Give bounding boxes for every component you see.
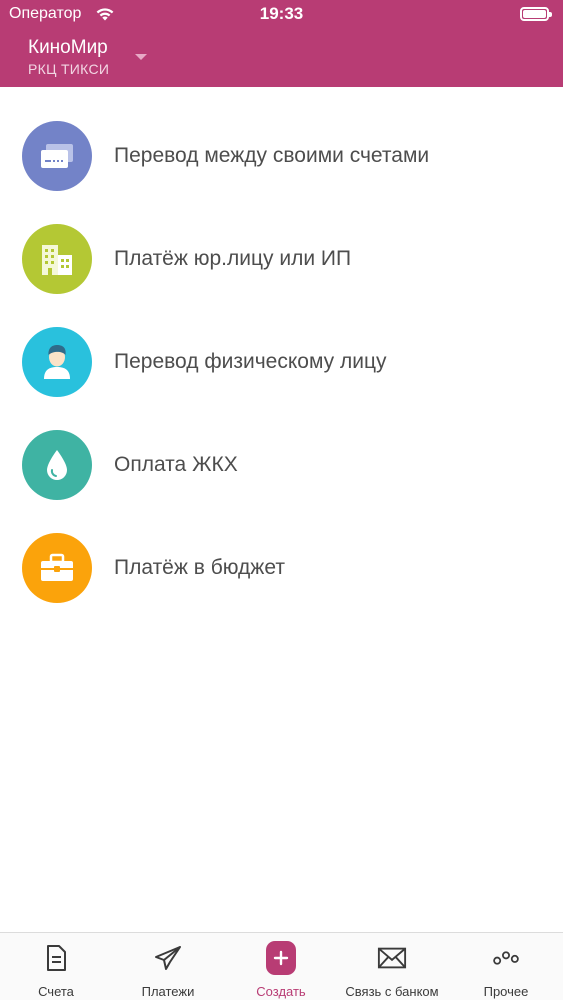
action-transfer-own-accounts[interactable]: Перевод между своими счетами [0,104,563,207]
action-transfer-individual[interactable]: Перевод физическому лицу [0,310,563,413]
chevron-down-icon[interactable] [135,54,147,60]
tab-label: Счета [38,984,74,999]
action-label: Перевод физическому лицу [114,349,387,373]
tab-create[interactable]: Создать [231,933,331,1000]
action-label: Платёж в бюджет [114,555,285,579]
action-label: Платёж юр.лицу или ИП [114,246,352,270]
create-actions-list: Перевод между своими счетами Платёж юр.л… [0,87,563,619]
app-header: Оператор 19:33 КиноМир РКЦ ТИКСИ [0,0,563,87]
action-utilities-payment[interactable]: Оплата ЖКХ [0,413,563,516]
tab-label: Связь с банком [345,984,439,999]
drop-icon [22,429,92,500]
plus-icon [266,941,296,975]
paper-plane-icon [153,943,183,973]
org-name: КиноМир [28,37,108,58]
battery-icon [520,7,552,21]
tab-label: Платежи [141,984,195,999]
tab-accounts[interactable]: Счета [6,933,106,1000]
briefcase-icon [22,532,92,603]
org-subtitle: РКЦ ТИКСИ [28,61,110,77]
tab-more[interactable]: Прочее [458,933,554,1000]
action-payment-legal-entity[interactable]: Платёж юр.лицу или ИП [0,207,563,310]
tab-contact-bank[interactable]: Связь с банком [332,933,452,1000]
action-label: Перевод между своими счетами [114,143,430,167]
status-bar: Оператор 19:33 [0,0,563,30]
person-icon [22,326,92,397]
buildings-icon [22,223,92,294]
envelope-icon [377,943,407,973]
document-icon [41,943,71,973]
action-label: Оплата ЖКХ [114,452,238,476]
cards-icon [22,120,92,191]
tab-label: Прочее [483,984,529,999]
tab-label: Создать [256,984,306,999]
status-time: 19:33 [259,4,304,23]
org-switcher[interactable]: КиноМир РКЦ ТИКСИ [28,37,109,77]
action-budget-payment[interactable]: Платёж в бюджет [0,516,563,619]
tab-bar: Счета Платежи Создать Связь с банком Про… [0,932,563,1000]
more-icon [491,943,521,973]
tab-payments[interactable]: Платежи [118,933,218,1000]
